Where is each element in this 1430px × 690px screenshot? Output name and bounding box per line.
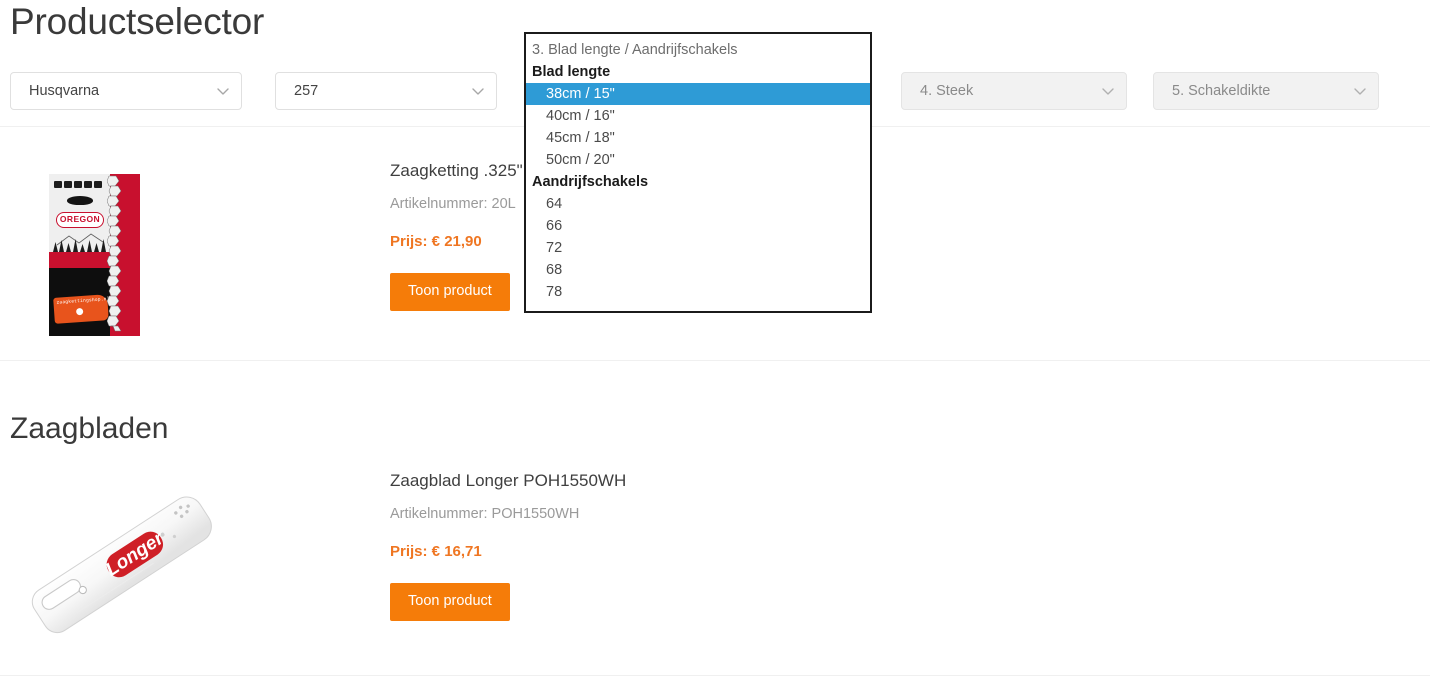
toon-product-button[interactable]: Toon product xyxy=(390,583,510,621)
shop-sticker: zaagkettingshop.nl xyxy=(53,294,110,324)
dropdown-option[interactable]: 64 xyxy=(526,193,870,215)
page-title: Productselector xyxy=(10,1,265,42)
dropdown-option[interactable]: 50cm / 20" xyxy=(526,149,870,171)
dropdown-option[interactable]: 38cm / 15" xyxy=(526,83,870,105)
shop-sticker-text: zaagkettingshop.nl xyxy=(56,296,110,306)
select-steek-value: 4. Steek xyxy=(920,83,974,99)
chevron-down-icon xyxy=(470,83,486,99)
product-row: Longer Zaagblad Longer POH1550WH Artikel… xyxy=(0,470,1430,665)
dropdown-group-label: Aandrijfschakels xyxy=(532,174,649,190)
select-merk-value: Husqvarna xyxy=(29,83,100,99)
chevron-down-icon xyxy=(1352,83,1368,99)
dropdown-option[interactable]: 40cm / 16" xyxy=(526,105,870,127)
product-sku: Artikelnummer: POH1550WH xyxy=(390,506,580,522)
select-steek[interactable]: 4. Steek xyxy=(901,72,1127,110)
divider xyxy=(0,360,1430,361)
divider xyxy=(0,675,1430,676)
dropdown-option[interactable]: 78 xyxy=(526,281,870,303)
dropdown-option[interactable]: 72 xyxy=(526,237,870,259)
dropdown-group-label: Blad lengte xyxy=(532,64,611,80)
chain-graphic xyxy=(106,174,123,336)
select-type[interactable]: 257 xyxy=(275,72,497,110)
product-name: Zaagblad Longer POH1550WH xyxy=(390,471,627,490)
product-image-oregon-chain: OREGON zaagkettingshop.nl xyxy=(0,160,380,345)
section-heading-zaagbladen: Zaagbladen xyxy=(10,412,169,445)
dropdown-blad-lengte-open[interactable]: 3. Blad lengte / Aandrijfschakels Blad l… xyxy=(524,32,872,313)
guide-bar-icon: Longer xyxy=(0,475,250,655)
dropdown-option[interactable]: 68 xyxy=(526,259,870,281)
dropdown-placeholder-option[interactable]: 3. Blad lengte / Aandrijfschakels xyxy=(526,40,870,61)
select-merk[interactable]: Husqvarna xyxy=(10,72,242,110)
oregon-logo: OREGON xyxy=(56,212,104,228)
chevron-down-icon xyxy=(1100,83,1116,99)
toon-product-button[interactable]: Toon product xyxy=(390,273,510,311)
dropdown-option[interactable]: 45cm / 18" xyxy=(526,127,870,149)
select-schakeldikte[interactable]: 5. Schakeldikte xyxy=(1153,72,1379,110)
select-schakeldikte-value: 5. Schakeldikte xyxy=(1172,83,1271,99)
chevron-down-icon xyxy=(215,83,231,99)
product-price: Prijs: € 16,71 xyxy=(390,543,482,560)
select-type-value: 257 xyxy=(294,83,319,99)
product-details: Zaagblad Longer POH1550WH Artikelnummer:… xyxy=(390,470,910,621)
dropdown-option[interactable]: 66 xyxy=(526,215,870,237)
product-image-longer-bar: Longer xyxy=(0,470,380,655)
oregon-box-icon: OREGON zaagkettingshop.nl xyxy=(49,174,140,336)
